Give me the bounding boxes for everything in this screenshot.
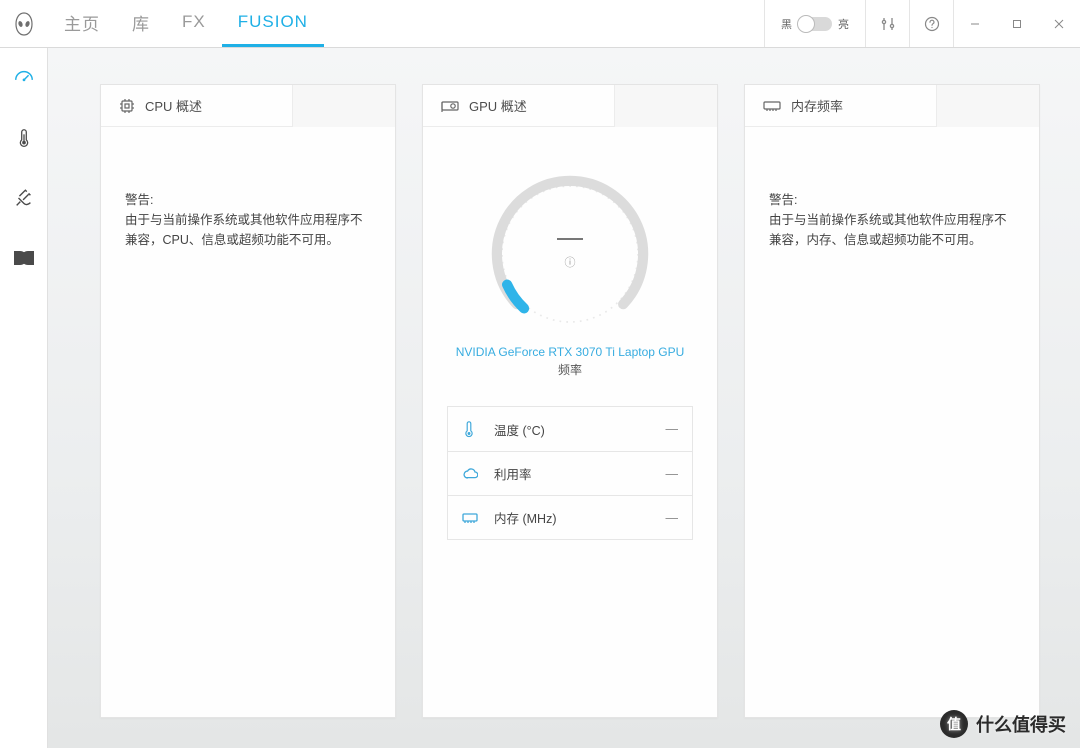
titlebar-right: 黑 亮 bbox=[764, 0, 1080, 47]
watermark: 值 什么值得买 bbox=[940, 710, 1066, 738]
nav-fusion[interactable]: FUSION bbox=[222, 0, 324, 47]
gpu-stat-list: 温度 (°C) — 利用率 — 内存 (MHz) bbox=[447, 406, 693, 540]
gpu-device-name: NVIDIA GeForce RTX 3070 Ti Laptop GPU bbox=[456, 345, 685, 359]
panel-memory: 内存频率 警告: 由于与当前操作系统或其他软件应用程序不兼容，内存、信息或超频功… bbox=[744, 84, 1040, 718]
panel-cpu-title: CPU 概述 bbox=[145, 96, 202, 115]
nav-home[interactable]: 主页 bbox=[48, 0, 116, 47]
cpu-chip-icon bbox=[119, 98, 135, 114]
thermometer-icon bbox=[14, 127, 34, 149]
panel-gpu-title: GPU 概述 bbox=[469, 96, 527, 115]
sidebar-item-thermal[interactable] bbox=[0, 122, 48, 154]
gpu-stat-utilization-label: 利用率 bbox=[494, 464, 532, 483]
sidebar-item-power[interactable] bbox=[0, 182, 48, 214]
gpu-stat-memory-value: — bbox=[666, 511, 679, 525]
app-body: CPU 概述 警告: 由于与当前操作系统或其他软件应用程序不兼容，CPU、信息或… bbox=[0, 48, 1080, 748]
gpu-stat-temperature-label: 温度 (°C) bbox=[494, 420, 545, 439]
ram-icon bbox=[763, 99, 781, 113]
panel-memory-body: 警告: 由于与当前操作系统或其他软件应用程序不兼容，内存、信息或超频功能不可用。 bbox=[745, 127, 1039, 717]
theme-dark-label: 黑 bbox=[781, 16, 792, 32]
gpu-stat-utilization: 利用率 — bbox=[448, 451, 692, 495]
power-plug-icon bbox=[13, 187, 35, 209]
window-controls bbox=[953, 0, 1080, 47]
panel-cpu-tab-spacer bbox=[292, 85, 395, 127]
memory-warning-text: 由于与当前操作系统或其他软件应用程序不兼容，内存、信息或超频功能不可用。 bbox=[769, 210, 1015, 250]
main-content: CPU 概述 警告: 由于与当前操作系统或其他软件应用程序不兼容，CPU、信息或… bbox=[48, 48, 1080, 748]
gpu-gauge-value bbox=[557, 238, 583, 240]
panel-gpu-header: GPU 概述 bbox=[423, 85, 717, 127]
memory-icon bbox=[462, 512, 484, 524]
gpu-stat-temperature-value: — bbox=[666, 422, 679, 436]
nav-fx[interactable]: FX bbox=[166, 0, 222, 47]
panel-memory-header: 内存频率 bbox=[745, 85, 1039, 127]
panel-cpu-header: CPU 概述 bbox=[101, 85, 395, 127]
alienware-logo-icon bbox=[0, 0, 48, 48]
watermark-text: 什么值得买 bbox=[976, 711, 1066, 737]
panel-cpu-body: 警告: 由于与当前操作系统或其他软件应用程序不兼容，CPU、信息或超频功能不可用… bbox=[101, 127, 395, 717]
gauge-icon bbox=[13, 67, 35, 89]
gpu-stat-memory: 内存 (MHz) — bbox=[448, 495, 692, 539]
dolby-icon bbox=[14, 251, 34, 265]
top-nav: 主页 库 FX FUSION bbox=[48, 0, 324, 47]
info-icon[interactable]: ⓘ bbox=[565, 254, 576, 270]
gpu-gauge: ⓘ NVIDIA GeForce RTX 3070 Ti Laptop GPU … bbox=[447, 169, 693, 378]
sidebar-item-audio[interactable] bbox=[0, 242, 48, 274]
gpu-stat-temperature: 温度 (°C) — bbox=[448, 407, 692, 451]
gpu-card-icon bbox=[441, 99, 459, 113]
titlebar: 主页 库 FX FUSION 黑 亮 bbox=[0, 0, 1080, 48]
panel-gpu: GPU 概述 ⓘ N bbox=[422, 84, 718, 718]
cpu-warning-label: 警告: bbox=[125, 189, 371, 208]
cloud-icon bbox=[462, 467, 484, 481]
nav-library[interactable]: 库 bbox=[116, 0, 166, 47]
sidebar bbox=[0, 48, 48, 748]
panel-memory-title: 内存频率 bbox=[791, 96, 843, 115]
sidebar-item-overview[interactable] bbox=[0, 62, 48, 94]
cpu-warning-text: 由于与当前操作系统或其他软件应用程序不兼容，CPU、信息或超频功能不可用。 bbox=[125, 210, 371, 250]
memory-warning-label: 警告: bbox=[769, 189, 1015, 208]
gpu-stat-memory-label: 内存 (MHz) bbox=[494, 508, 557, 527]
panel-cpu: CPU 概述 警告: 由于与当前操作系统或其他软件应用程序不兼容，CPU、信息或… bbox=[100, 84, 396, 718]
panel-gpu-tab-spacer bbox=[614, 85, 717, 127]
help-icon[interactable] bbox=[909, 0, 953, 47]
settings-sliders-icon[interactable] bbox=[865, 0, 909, 47]
window-close-button[interactable] bbox=[1038, 0, 1080, 47]
watermark-badge: 值 bbox=[940, 710, 968, 738]
theme-toggle-group: 黑 亮 bbox=[764, 0, 865, 47]
window-maximize-button[interactable] bbox=[996, 0, 1038, 47]
gpu-stat-utilization-value: — bbox=[666, 467, 679, 481]
window-minimize-button[interactable] bbox=[954, 0, 996, 47]
theme-toggle[interactable] bbox=[798, 17, 832, 31]
panel-memory-tab-spacer bbox=[936, 85, 1039, 127]
theme-light-label: 亮 bbox=[838, 16, 849, 32]
thermometer-icon bbox=[462, 420, 484, 438]
gpu-subtitle: 频率 bbox=[558, 361, 582, 378]
panel-gpu-body: ⓘ NVIDIA GeForce RTX 3070 Ti Laptop GPU … bbox=[423, 127, 717, 717]
